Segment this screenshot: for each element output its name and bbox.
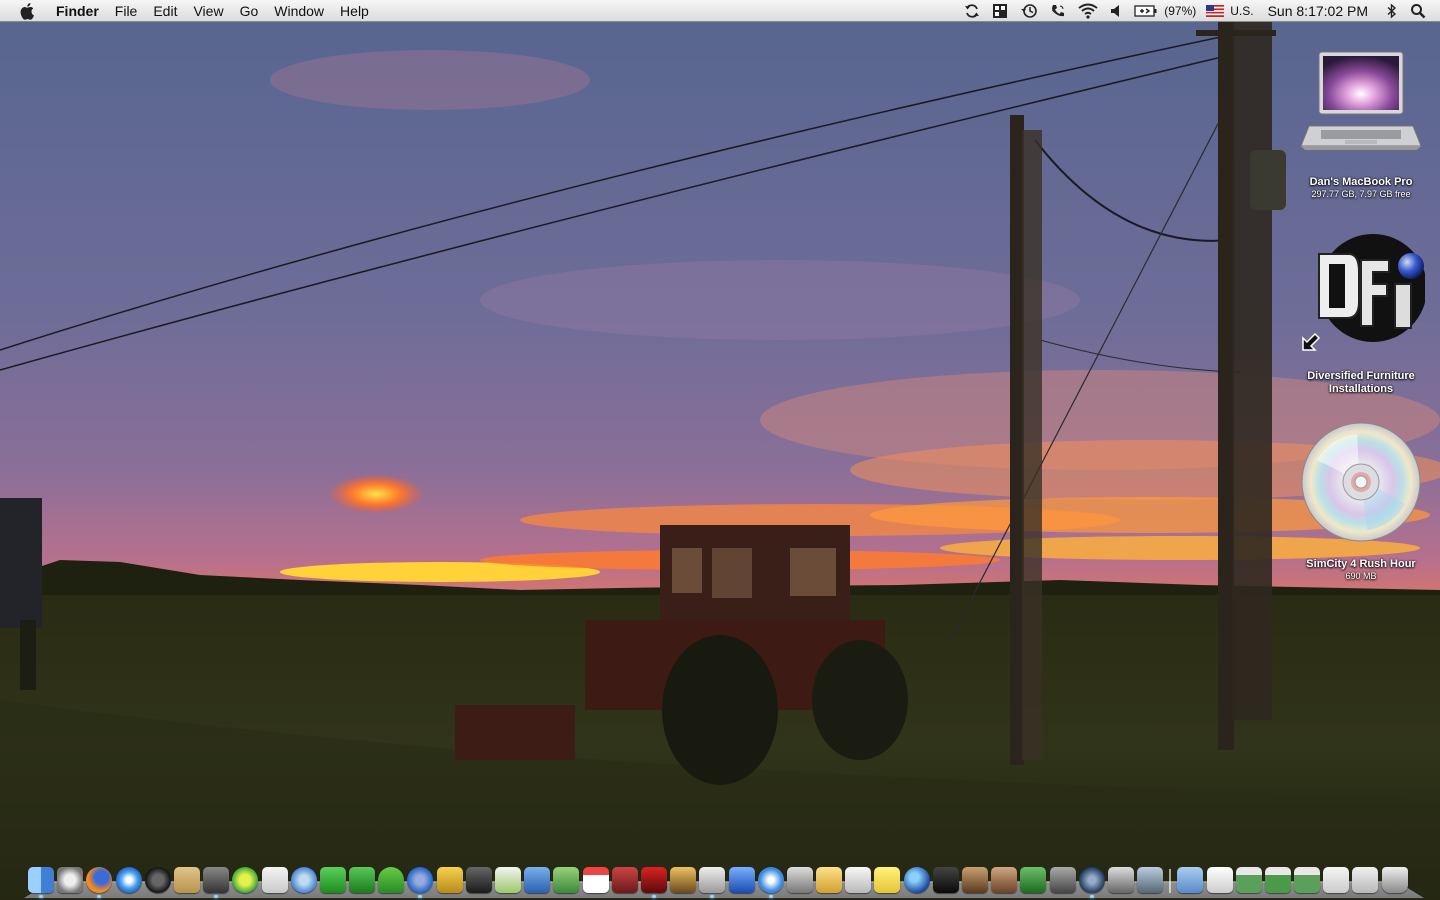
battery-icon[interactable] xyxy=(1134,0,1158,22)
volume-icon[interactable] xyxy=(1110,0,1122,22)
dock-app-portrait-2-icon[interactable] xyxy=(991,867,1018,893)
dock-textedit-icon[interactable] xyxy=(495,867,521,893)
dock-document-icon[interactable] xyxy=(1206,867,1233,893)
dock-printer-icon[interactable] xyxy=(699,867,726,898)
dock-app-green-3-icon[interactable] xyxy=(378,867,405,893)
dock-scanner-icon[interactable] xyxy=(1049,867,1076,893)
dock-stickies-app-icon[interactable] xyxy=(816,867,843,893)
wifi-icon[interactable] xyxy=(1078,0,1098,22)
cd-disc-icon xyxy=(1301,422,1421,542)
dock-firefox-icon[interactable] xyxy=(86,867,113,898)
desktop-icon-label: SimCity 4 Rush Hour xyxy=(1306,558,1416,570)
dock-cyberduck-icon[interactable] xyxy=(436,867,463,893)
menu-view[interactable]: View xyxy=(185,0,231,22)
dock-minimized-window-4-icon[interactable] xyxy=(1323,867,1350,893)
sync-icon[interactable] xyxy=(964,0,980,22)
dock-dvd-player-icon[interactable] xyxy=(757,867,784,898)
dock-app-portrait-1-icon[interactable] xyxy=(962,867,988,893)
desktop-wallpaper xyxy=(0,0,1440,900)
dock-stickies-icon[interactable] xyxy=(874,867,901,893)
dock-iphoto-icon[interactable] xyxy=(203,867,230,898)
dock-app-green-2-icon[interactable] xyxy=(349,867,376,893)
dock-ipod-icon[interactable] xyxy=(845,867,872,893)
dock-activity-monitor-icon[interactable] xyxy=(932,867,959,893)
dock xyxy=(24,864,1424,898)
dock-system-preferences-icon[interactable] xyxy=(57,867,84,893)
desktop-icon-detail: 690 MB xyxy=(1345,571,1377,581)
dock-word-icon[interactable] xyxy=(524,867,551,893)
dock-final-cut-icon[interactable] xyxy=(728,867,755,893)
desktop-icon-detail: 297.77 GB, 7.97 GB free xyxy=(1311,189,1411,199)
dock-separator xyxy=(1169,869,1172,893)
menu-app-finder[interactable]: Finder xyxy=(54,0,107,22)
dock-minimized-window-2-icon[interactable] xyxy=(1264,867,1291,893)
dock-items xyxy=(24,863,1411,898)
menu-go[interactable]: Go xyxy=(232,0,267,22)
desktop-icon-macbook-drive[interactable]: Dan's MacBook Pro 297.77 GB, 7.97 GB fre… xyxy=(1286,46,1436,200)
dock-google-earth-icon[interactable] xyxy=(903,867,930,893)
dock-itunes-icon[interactable] xyxy=(290,867,317,893)
dock-minimized-window-1-icon[interactable] xyxy=(1235,867,1262,893)
dock-ical-icon[interactable] xyxy=(261,867,288,893)
desktop-icon-label: Diversified Furniture Installations xyxy=(1307,370,1415,395)
menu-bar-clock[interactable]: Sun 8:17:02 PM xyxy=(1268,3,1368,19)
menu-file[interactable]: File xyxy=(107,0,146,22)
dock-chess-icon[interactable] xyxy=(232,867,259,893)
dock-calendar-icon[interactable] xyxy=(582,867,609,893)
dock-excel-icon[interactable] xyxy=(553,867,580,893)
dock-network-icon[interactable] xyxy=(1107,867,1134,893)
desktop-icon-label: Dan's MacBook Pro xyxy=(1309,176,1413,188)
spotlight-search-icon[interactable] xyxy=(1410,0,1426,22)
dock-photo-booth-icon[interactable] xyxy=(640,867,667,898)
input-source-label[interactable]: U.S. xyxy=(1230,4,1253,18)
bluetooth-icon[interactable] xyxy=(1386,0,1398,22)
dock-imovie-icon[interactable] xyxy=(465,867,492,893)
time-machine-icon[interactable] xyxy=(1020,0,1038,22)
macbook-pro-drive-icon xyxy=(1300,51,1422,150)
desktop-icon-simcity-disc[interactable]: SimCity 4 Rush Hour 690 MB xyxy=(1286,420,1436,582)
dock-disk-utility-icon[interactable] xyxy=(786,867,813,893)
dock-minimized-window-3-icon[interactable] xyxy=(1294,867,1321,893)
dock-minimized-window-5-icon[interactable] xyxy=(1352,867,1379,893)
menu-edit[interactable]: Edit xyxy=(145,0,185,22)
dock-address-book-icon[interactable] xyxy=(173,867,200,893)
dock-app-green-1-icon[interactable] xyxy=(319,867,346,893)
dock-dashboard-icon[interactable] xyxy=(144,867,171,893)
apple-logo-icon[interactable] xyxy=(18,2,38,20)
phone-icon[interactable] xyxy=(1050,0,1066,22)
dfi-alias-icon xyxy=(1302,234,1425,351)
dock-preview-icon[interactable] xyxy=(670,867,697,893)
battery-percentage: (97%) xyxy=(1164,4,1197,18)
us-flag-icon[interactable] xyxy=(1206,0,1225,22)
dock-safari-icon[interactable] xyxy=(115,867,142,893)
dock-quicktime-icon[interactable] xyxy=(407,867,434,898)
dock-finder-icon[interactable] xyxy=(28,867,54,898)
dock-time-machine-icon[interactable] xyxy=(1078,867,1105,898)
dock-app-green-4-icon[interactable] xyxy=(1020,867,1047,893)
dock-aperture-icon[interactable] xyxy=(1137,867,1164,893)
dock-folder-icon[interactable] xyxy=(1177,867,1204,893)
menu-help[interactable]: Help xyxy=(332,0,377,22)
menu-window[interactable]: Window xyxy=(266,0,332,22)
dock-trash-icon[interactable] xyxy=(1381,867,1408,893)
spaces-icon[interactable] xyxy=(992,0,1008,22)
dock-dictionary-icon[interactable] xyxy=(611,867,638,893)
desktop-icon-dfi-alias[interactable]: Diversified Furniture Installations xyxy=(1286,232,1436,396)
menu-bar: Finder File Edit View Go Window Help (97… xyxy=(0,0,1440,22)
